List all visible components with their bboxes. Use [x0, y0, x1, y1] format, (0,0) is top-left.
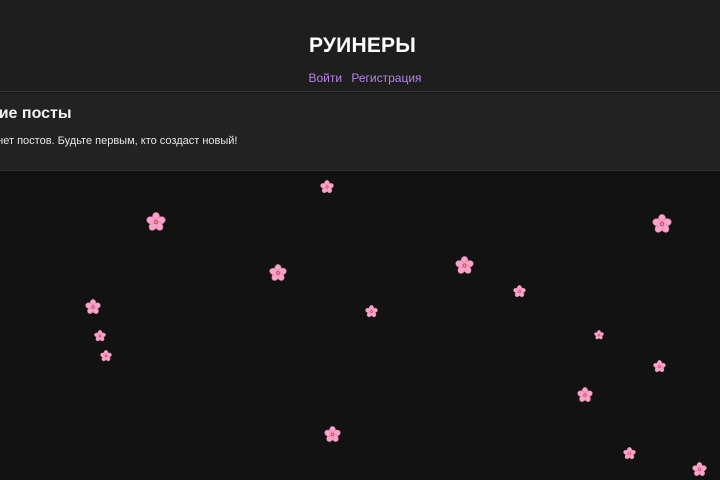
sakura-flower-icon	[692, 462, 707, 477]
site-header: РУИНЕРЫ Войти Регистрация	[0, 0, 720, 92]
sakura-flower-icon	[100, 350, 112, 362]
sakura-flower-icon	[269, 264, 287, 282]
sakura-flower-icon	[623, 447, 636, 460]
falling-petals-layer	[0, 172, 720, 480]
register-link[interactable]: Регистрация	[351, 71, 421, 85]
recent-posts-heading: едние посты	[0, 105, 72, 122]
sakura-flower-icon	[653, 360, 666, 373]
sakura-flower-icon	[577, 387, 593, 403]
sakura-flower-icon	[94, 330, 106, 342]
empty-posts-message: о нет постов. Будьте первым, кто создаст…	[0, 135, 238, 147]
sakura-flower-icon	[652, 214, 672, 234]
main-nav: Войти Регистрация	[0, 71, 720, 85]
sakura-flower-icon	[513, 285, 526, 298]
login-link[interactable]: Войти	[308, 71, 342, 85]
sakura-flower-icon	[455, 256, 474, 275]
site-title: РУИНЕРЫ	[308, 34, 417, 57]
sakura-flower-icon	[365, 305, 378, 318]
sakura-flower-icon	[594, 330, 604, 340]
sakura-flower-icon	[324, 426, 341, 443]
sakura-flower-icon	[320, 180, 334, 194]
sakura-flower-icon	[146, 212, 166, 232]
recent-posts-panel: едние посты о нет постов. Будьте первым,…	[0, 93, 720, 171]
sakura-flower-icon	[85, 299, 101, 315]
